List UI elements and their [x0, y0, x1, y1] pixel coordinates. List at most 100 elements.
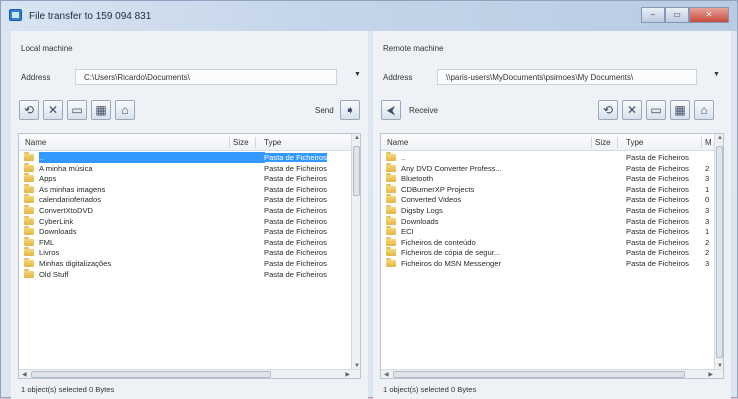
local-pane: Local machine Address C:\Users\Ricardo\D… — [11, 31, 368, 399]
file-type: Pasta de Ficheiros — [626, 153, 689, 162]
scroll-left-icon[interactable]: ◀ — [384, 371, 389, 378]
close-button[interactable]: ✕ — [689, 7, 729, 23]
list-item[interactable]: Converted Videos Pasta de Ficheiros 0 — [381, 194, 723, 205]
file-type: Pasta de Ficheiros — [626, 174, 689, 184]
folder-icon — [24, 162, 34, 172]
rename-icon[interactable]: ▦ — [670, 100, 690, 120]
list-item[interactable]: Any DVD Converter Profess... Pasta de Fic… — [381, 162, 723, 174]
list-item[interactable]: Digsby Logs Pasta de Ficheiros 3 — [381, 204, 723, 216]
file-modified: 3 — [705, 216, 710, 226]
folder-icon — [24, 268, 34, 278]
scroll-thumb[interactable] — [353, 146, 360, 196]
local-vertical-scrollbar[interactable]: ▲ ▼ — [351, 134, 360, 370]
col-header-name[interactable]: Name — [387, 138, 408, 147]
folder-icon — [24, 183, 34, 193]
folder-icon — [24, 226, 34, 236]
list-item[interactable]: .. Pasta de Ficheiros — [19, 152, 360, 163]
refresh-icon[interactable]: ⟲ — [19, 100, 39, 120]
scroll-up-icon[interactable]: ▲ — [354, 135, 360, 141]
list-item[interactable]: As minhas imagens Pasta de Ficheiros — [19, 183, 360, 195]
remote-horizontal-scrollbar[interactable]: ◀ ▶ — [381, 369, 723, 378]
file-name: Any DVD Converter Profess... — [401, 163, 502, 173]
file-modified: 1 — [705, 184, 710, 194]
col-header-size[interactable]: Size — [233, 138, 249, 147]
file-modified: 3 — [705, 174, 710, 184]
local-horizontal-scrollbar[interactable]: ◀ ▶ — [19, 369, 360, 378]
folder-icon — [386, 162, 396, 172]
file-type: Pasta de Ficheiros — [264, 227, 327, 237]
delete-icon[interactable]: ✕ — [622, 100, 642, 120]
list-item[interactable]: calendarioferiados Pasta de Ficheiros — [19, 194, 360, 205]
list-item[interactable]: Ficheiros de cópia de segur... Pasta de F… — [381, 247, 723, 258]
list-item[interactable]: A minha música Pasta de Ficheiros — [19, 162, 360, 174]
title-bar: File transfer to 159 094 831 – ▭ ✕ — [1, 1, 737, 31]
list-item[interactable]: FML Pasta de Ficheiros — [19, 236, 360, 248]
scroll-right-icon[interactable]: ▶ — [708, 371, 713, 378]
scroll-thumb[interactable] — [31, 371, 271, 378]
col-header-type[interactable]: Type — [264, 138, 281, 147]
file-transfer-window: File transfer to 159 094 831 – ▭ ✕ Local… — [0, 0, 738, 399]
list-item[interactable]: Old Stuff Pasta de Ficheiros — [19, 268, 360, 280]
file-type: Pasta de Ficheiros — [264, 153, 327, 162]
col-header-modified[interactable]: M — [705, 138, 712, 147]
local-status: 1 object(s) selected 0 Bytes — [21, 385, 115, 394]
chevron-down-icon[interactable]: ▼ — [354, 71, 361, 78]
scroll-thumb[interactable] — [716, 146, 723, 358]
maximize-button[interactable]: ▭ — [665, 7, 689, 23]
file-name: ECI — [401, 227, 414, 237]
rename-icon[interactable]: ▦ — [91, 100, 111, 120]
folder-icon — [24, 204, 34, 214]
chevron-down-icon[interactable]: ▼ — [713, 71, 720, 78]
folder-icon — [386, 152, 396, 161]
local-toolbar: ⟲ ✕ ▭ ▦ ⌂ Send ➧ — [19, 100, 360, 126]
list-item[interactable]: Apps Pasta de Ficheiros — [19, 173, 360, 184]
list-item[interactable]: Downloads Pasta de Ficheiros 3 — [381, 215, 723, 227]
send-label: Send — [315, 106, 334, 115]
send-arrow-icon[interactable]: ➧ — [340, 100, 360, 120]
new-folder-icon[interactable]: ▭ — [646, 100, 666, 120]
list-item[interactable]: Ficheiros do MSN Messenger Pasta de Fiche… — [381, 257, 723, 269]
col-header-type[interactable]: Type — [626, 138, 643, 147]
list-item[interactable]: Minhas digitalizações Pasta de Ficheiros — [19, 257, 360, 269]
file-type: Pasta de Ficheiros — [626, 205, 689, 215]
list-item[interactable]: ConvertXtoDVD Pasta de Ficheiros — [19, 204, 360, 216]
file-type: Pasta de Ficheiros — [264, 258, 327, 268]
scroll-left-icon[interactable]: ◀ — [22, 371, 27, 378]
list-item[interactable]: CyberLink Pasta de Ficheiros — [19, 215, 360, 227]
receive-arrow-icon[interactable]: ⮜ — [381, 100, 401, 120]
list-item[interactable]: .. Pasta de Ficheiros — [381, 152, 723, 163]
delete-icon[interactable]: ✕ — [43, 100, 63, 120]
new-folder-icon[interactable]: ▭ — [67, 100, 87, 120]
home-icon[interactable]: ⌂ — [694, 100, 714, 120]
remote-address-field[interactable]: \\paris-users\MyDocuments\psimoes\My Doc… — [437, 69, 697, 85]
remote-vertical-scrollbar[interactable]: ▲ ▼ — [714, 134, 723, 370]
file-type: Pasta de Ficheiros — [264, 237, 327, 247]
col-header-size[interactable]: Size — [595, 138, 611, 147]
list-item[interactable]: Bluetooth Pasta de Ficheiros 3 — [381, 173, 723, 184]
file-name: .. — [401, 153, 406, 162]
file-type: Pasta de Ficheiros — [264, 184, 327, 194]
list-item[interactable]: Downloads Pasta de Ficheiros — [19, 226, 360, 237]
remote-address-label: Address — [383, 73, 413, 82]
local-address-field[interactable]: C:\Users\Ricardo\Documents\ — [75, 69, 337, 85]
folder-icon — [24, 236, 34, 246]
list-item[interactable]: Ficheiros de conteúdo Pasta de Ficheiros 2 — [381, 236, 723, 248]
file-name: FML — [39, 237, 55, 247]
file-modified: 3 — [705, 258, 710, 268]
list-item[interactable]: ECI Pasta de Ficheiros 1 — [381, 226, 723, 237]
scroll-up-icon[interactable]: ▲ — [717, 135, 723, 141]
minimize-button[interactable]: – — [641, 7, 665, 23]
scroll-thumb[interactable] — [393, 371, 685, 378]
folder-icon — [24, 215, 34, 225]
file-modified: 2 — [705, 248, 710, 258]
local-list-header: Name Size Type — [19, 134, 360, 151]
refresh-icon[interactable]: ⟲ — [598, 100, 618, 120]
list-item[interactable]: Livros Pasta de Ficheiros — [19, 247, 360, 258]
col-header-name[interactable]: Name — [25, 138, 46, 147]
file-modified: 1 — [705, 227, 710, 237]
folder-icon — [386, 257, 396, 267]
file-modified: 0 — [705, 195, 710, 205]
home-icon[interactable]: ⌂ — [115, 100, 135, 120]
scroll-right-icon[interactable]: ▶ — [345, 371, 350, 378]
list-item[interactable]: CDBurnerXP Projects Pasta de Ficheiros 1 — [381, 183, 723, 195]
